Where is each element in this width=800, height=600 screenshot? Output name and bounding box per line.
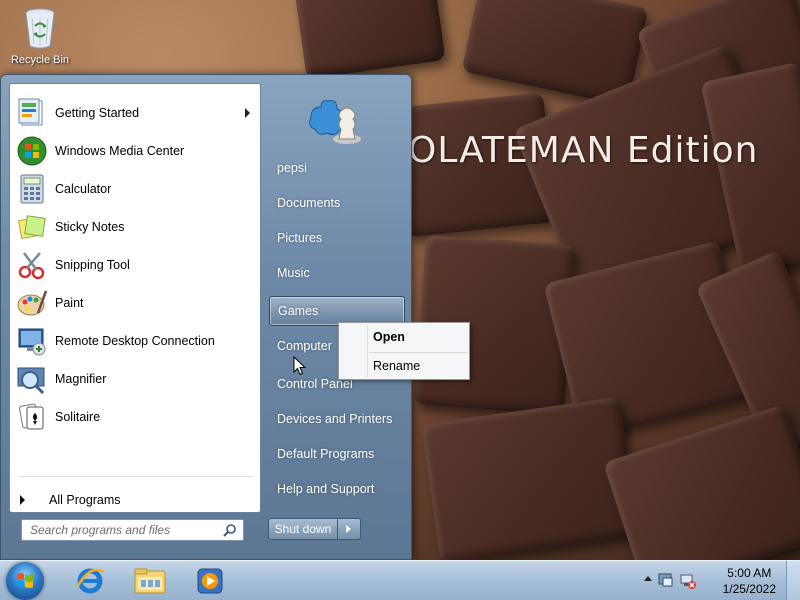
snipping-tool-icon	[16, 249, 48, 281]
media-center-icon	[16, 135, 48, 167]
shutdown-button[interactable]: Shut down	[268, 518, 338, 540]
sticky-notes-icon	[16, 211, 48, 243]
search-input[interactable]	[30, 523, 220, 537]
right-item-documents[interactable]: Documents	[269, 189, 405, 217]
program-magnifier[interactable]: Magnifier	[12, 361, 258, 397]
action-center-icon[interactable]	[658, 572, 674, 591]
right-item-default-programs[interactable]: Default Programs	[269, 440, 405, 468]
recycle-bin-label: Recycle Bin	[10, 54, 70, 66]
media-player-icon	[197, 568, 223, 594]
wallpaper-chocolate	[294, 0, 446, 80]
program-label: Windows Media Center	[55, 144, 185, 158]
program-snipping-tool[interactable]: Snipping Tool	[12, 247, 258, 283]
submenu-arrow-icon	[245, 108, 250, 118]
context-menu-rename[interactable]: Rename	[341, 354, 467, 378]
program-windows-media-center[interactable]: Windows Media Center	[12, 133, 258, 169]
program-calculator[interactable]: Calculator	[12, 171, 258, 207]
program-label: Paint	[55, 296, 84, 310]
program-label: Solitaire	[55, 410, 101, 424]
clock[interactable]: 5:00 AM 1/25/2022	[723, 565, 776, 597]
mouse-cursor-icon	[293, 355, 307, 376]
start-menu: Getting Started Windows Media Center Cal…	[0, 74, 412, 560]
program-label: Calculator	[55, 182, 112, 196]
shutdown-group: Shut down	[268, 518, 361, 540]
wallpaper-chocolate	[603, 404, 800, 560]
expand-arrow-icon	[20, 495, 25, 505]
recycle-bin-icon	[23, 6, 57, 50]
program-label: Snipping Tool	[55, 258, 130, 272]
program-label: Remote Desktop Connection	[55, 334, 215, 348]
right-item-pictures[interactable]: Pictures	[269, 224, 405, 252]
program-sticky-notes[interactable]: Sticky Notes	[12, 209, 258, 245]
taskbar: 5:00 AM 1/25/2022	[0, 560, 800, 600]
program-paint[interactable]: Paint	[12, 285, 258, 321]
search-icon[interactable]	[223, 523, 237, 540]
shutdown-options-button[interactable]	[338, 518, 361, 540]
programs-separator	[20, 476, 252, 477]
right-item-help-and-support[interactable]: Help and Support	[269, 475, 405, 503]
windows-logo-icon	[17, 573, 33, 588]
calculator-icon	[16, 173, 48, 205]
program-label: Magnifier	[55, 372, 107, 386]
taskbar-windows-explorer[interactable]	[124, 564, 176, 598]
notification-area: 5:00 AM 1/25/2022	[640, 561, 800, 600]
magnifier-icon	[16, 363, 48, 395]
program-remote-desktop-connection[interactable]: Remote Desktop Connection	[12, 323, 258, 359]
context-menu-open[interactable]: Open	[341, 325, 467, 349]
start-menu-programs-pane: Getting Started Windows Media Center Cal…	[9, 83, 261, 513]
recycle-bin-shortcut[interactable]: Recycle Bin	[6, 6, 74, 66]
getting-started-icon	[16, 97, 48, 129]
right-item-devices-and-printers[interactable]: Devices and Printers	[269, 405, 405, 433]
windows-explorer-icon	[134, 568, 166, 594]
program-label: Sticky Notes	[55, 220, 125, 234]
wallpaper-chocolate	[421, 396, 639, 560]
start-button[interactable]	[6, 562, 44, 600]
clock-time: 5:00 AM	[727, 566, 772, 580]
show-hidden-icons-chevron-icon[interactable]	[644, 576, 652, 581]
program-solitaire[interactable]: Solitaire	[12, 399, 258, 435]
paint-icon	[16, 287, 48, 319]
chevron-right-icon	[346, 525, 351, 533]
wallpaper-edition-text: OLATEMAN Edition	[408, 130, 759, 171]
show-desktop-button[interactable]	[786, 561, 800, 600]
context-menu: Open Rename	[338, 322, 470, 380]
program-label: Getting Started	[55, 106, 140, 120]
right-item-user-folder[interactable]: pepsi	[269, 154, 405, 182]
taskbar-media-player[interactable]	[184, 564, 236, 598]
user-picture[interactable]	[303, 87, 369, 149]
taskbar-internet-explorer[interactable]	[64, 564, 116, 598]
solitaire-icon	[16, 401, 48, 433]
remote-desktop-icon	[16, 325, 48, 357]
internet-explorer-icon	[76, 568, 105, 594]
all-programs-button[interactable]: All Programs	[20, 490, 121, 510]
program-getting-started[interactable]: Getting Started	[12, 95, 258, 131]
network-disconnected-icon[interactable]	[680, 573, 696, 592]
clock-date: 1/25/2022	[722, 582, 776, 596]
context-menu-separator	[369, 352, 467, 353]
right-item-music[interactable]: Music	[269, 259, 405, 287]
search-box	[21, 519, 244, 541]
all-programs-label: All Programs	[49, 493, 121, 507]
